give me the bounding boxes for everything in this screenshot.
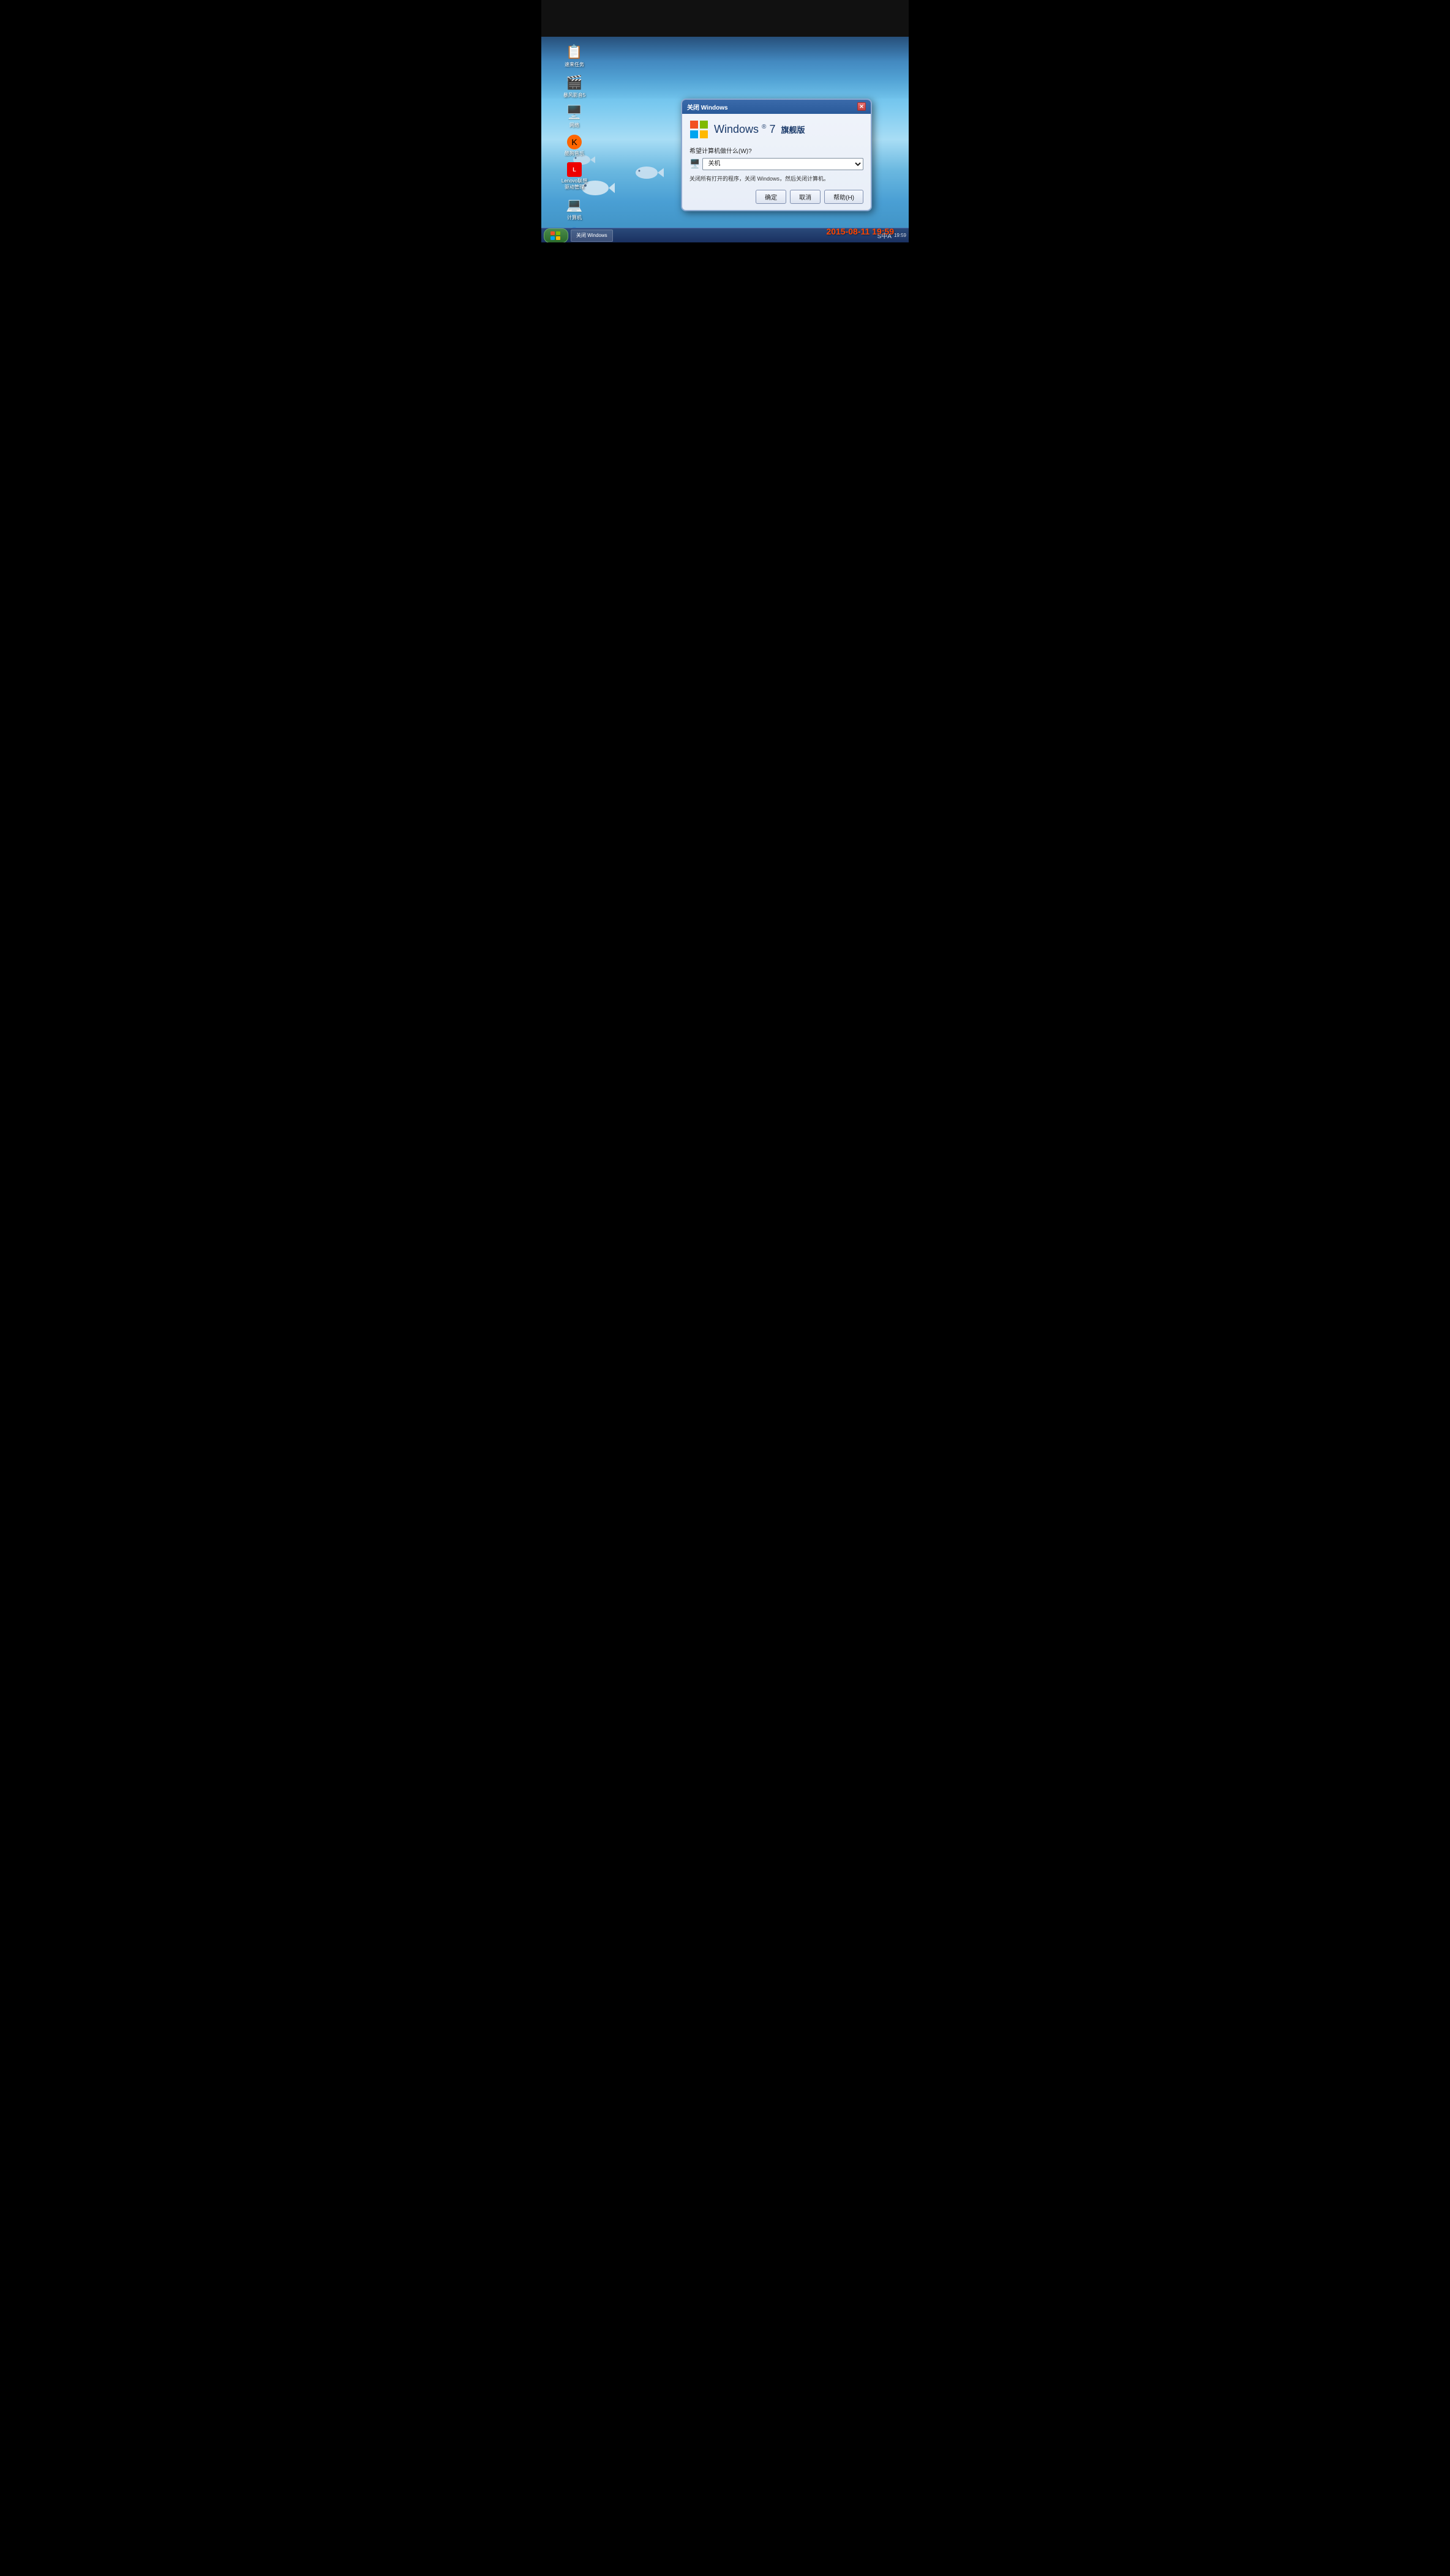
computer-small-icon: 🖥️ xyxy=(689,159,700,169)
network-icon-label: 网络 xyxy=(569,122,579,129)
icon-qqmusic[interactable]: K 酷狗音乐 xyxy=(558,133,592,159)
dialog-buttons: 确定 取消 帮助(H) xyxy=(689,190,863,204)
windows-edition-text: 旗舰版 xyxy=(781,125,805,135)
monitor-area: 📋 速来任务 🎬 暴风影音5 🖥️ 网络 K xyxy=(541,37,909,242)
task-icon: 📋 xyxy=(566,43,583,61)
dialog-titlebar: 关闭 Windows ✕ xyxy=(682,100,871,114)
qqmusic-icon: K xyxy=(567,135,582,149)
dialog-description: 关闭所有打开的程序，关闭 Windows，然后关闭计算机。 xyxy=(689,175,863,183)
task-icon-label: 速来任务 xyxy=(565,62,584,68)
taskbar-active-item[interactable]: 关闭 Windows xyxy=(571,230,613,242)
bottom-bezel xyxy=(541,242,909,365)
start-button-icon xyxy=(550,231,562,240)
fish-2-icon xyxy=(633,163,664,182)
dialog-close-button[interactable]: ✕ xyxy=(857,102,866,111)
start-button[interactable] xyxy=(544,228,568,242)
desktop: 📋 速来任务 🎬 暴风影音5 🖥️ 网络 K xyxy=(541,37,909,242)
lenovo-icon: L xyxy=(567,162,582,177)
computer-icon-label: 计算机 xyxy=(567,215,582,221)
tray-time: 19:59 xyxy=(894,233,906,238)
cancel-button[interactable]: 取消 xyxy=(790,190,821,204)
action-select[interactable]: 关机 xyxy=(702,158,863,170)
taskbar-item-label: 关闭 Windows xyxy=(576,232,607,239)
help-button[interactable]: 帮助(H) xyxy=(824,190,863,204)
computer-icon: 💻 xyxy=(566,197,583,214)
lenovo-icon-label: Lenovo联想驱动管理 xyxy=(560,178,590,190)
top-bezel xyxy=(541,0,909,37)
windows-logo xyxy=(689,120,709,140)
dialog-prompt-label: 希望计算机做什么(W)? xyxy=(689,146,863,155)
icon-computer[interactable]: 💻 计算机 xyxy=(558,195,592,223)
windows-title-group: Windows ® 7 旗舰版 xyxy=(714,123,805,136)
windows-number: 7 xyxy=(769,123,775,135)
dialog-body: Windows ® 7 旗舰版 希望计算机做什么(W)? 🖥️ xyxy=(682,114,871,211)
dialog-title: 关闭 Windows xyxy=(687,102,728,111)
fish-group-2 xyxy=(633,163,664,185)
icon-storm-player[interactable]: 🎬 暴风影音5 xyxy=(558,72,592,100)
icon-network[interactable]: 🖥️ 网络 xyxy=(558,102,592,130)
photo-timestamp: 2015-08-11 19:59 xyxy=(826,227,894,236)
storm-icon: 🎬 xyxy=(566,74,583,91)
icon-lenovo[interactable]: L Lenovo联想驱动管理 xyxy=(558,160,592,192)
confirm-button[interactable]: 确定 xyxy=(756,190,786,204)
windows-version-text: Windows ® 7 xyxy=(714,123,778,135)
qqmusic-icon-label: 酷狗音乐 xyxy=(565,151,584,157)
shutdown-dialog: 关闭 Windows ✕ xyxy=(681,99,872,212)
desktop-inner: 📋 速来任务 🎬 暴风影音5 🖥️ 网络 K xyxy=(541,37,909,242)
photo-frame: 📋 速来任务 🎬 暴风影音5 🖥️ 网络 K xyxy=(541,0,909,365)
windows-logo-icon xyxy=(689,120,709,140)
icon-task[interactable]: 📋 速来任务 xyxy=(558,42,592,70)
dialog-select-row: 🖥️ 关机 xyxy=(689,158,863,170)
network-icon: 🖥️ xyxy=(566,104,583,121)
desktop-icons-area: 📋 速来任务 🎬 暴风影音5 🖥️ 网络 K xyxy=(541,37,607,222)
dialog-header-row: Windows ® 7 旗舰版 xyxy=(689,120,863,140)
storm-icon-label: 暴风影音5 xyxy=(563,92,585,99)
windows-word: Windows xyxy=(714,123,759,135)
